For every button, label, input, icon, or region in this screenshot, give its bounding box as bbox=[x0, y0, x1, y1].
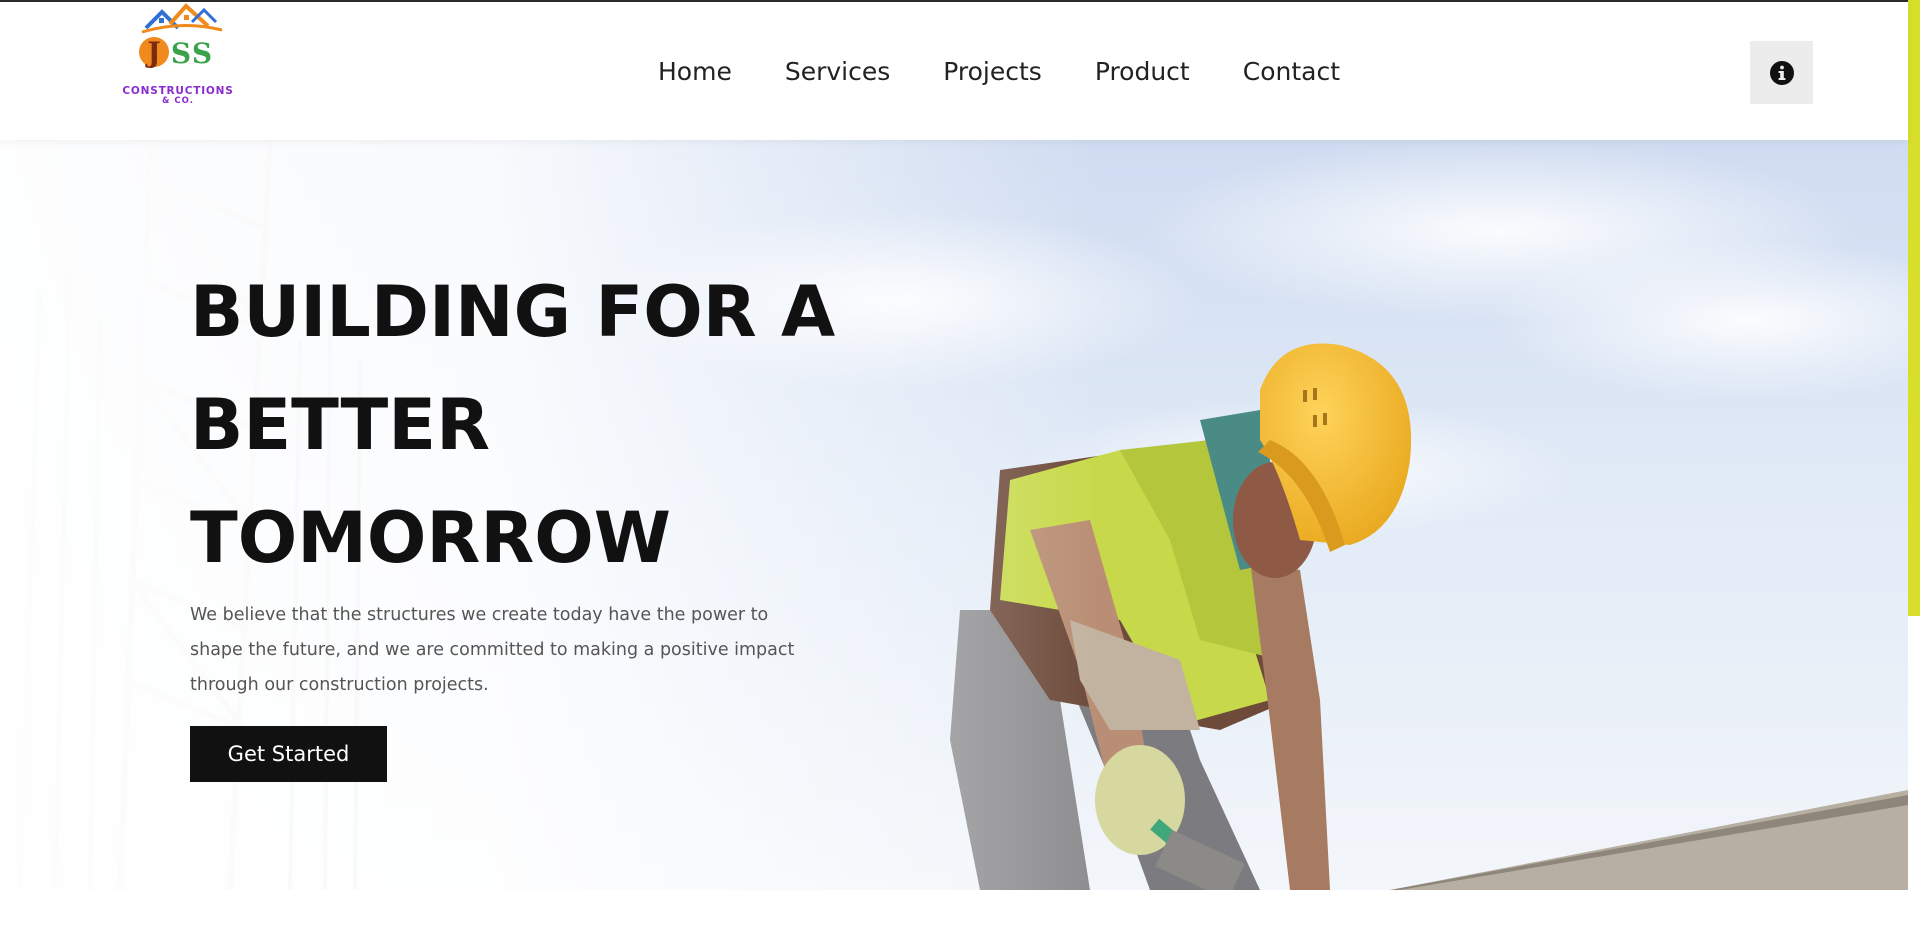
nav-item-product[interactable]: Product bbox=[1095, 54, 1190, 90]
logo-letter-j: J bbox=[144, 36, 160, 69]
site-header: J S S CONSTRUCTIONS & CO. Home Services … bbox=[0, 0, 1908, 140]
info-circle-icon bbox=[1769, 60, 1794, 85]
svg-text:S: S bbox=[192, 37, 212, 70]
nav-item-contact[interactable]: Contact bbox=[1243, 54, 1340, 90]
info-button[interactable] bbox=[1750, 41, 1813, 104]
hero-title-line: BETTER bbox=[190, 384, 490, 466]
page: BUILDING FOR A BETTER TOMORROW We believ… bbox=[0, 0, 1920, 928]
main-nav: Home Services Projects Product Contact bbox=[658, 54, 1340, 90]
nav-item-home[interactable]: Home bbox=[658, 54, 732, 90]
hero-section: BUILDING FOR A BETTER TOMORROW We believ… bbox=[0, 140, 1908, 890]
hero-title-line: BUILDING FOR A bbox=[190, 271, 836, 353]
hero-description: We believe that the structures we create… bbox=[190, 605, 795, 695]
nav-item-projects[interactable]: Projects bbox=[943, 54, 1042, 90]
scrollbar-thumb[interactable] bbox=[1908, 0, 1920, 616]
nav-item-services[interactable]: Services bbox=[785, 54, 890, 90]
hero-title-line: TOMORROW bbox=[190, 497, 671, 579]
get-started-button[interactable]: Get Started bbox=[190, 726, 387, 782]
brand-logo[interactable]: J S S CONSTRUCTIONS & CO. bbox=[112, 2, 242, 112]
logo-text-co: & CO. bbox=[162, 96, 194, 106]
svg-text:S: S bbox=[171, 37, 191, 70]
hero-title: BUILDING FOR A BETTER TOMORROW bbox=[190, 256, 890, 595]
logo-mark-icon: J S S bbox=[139, 3, 223, 70]
